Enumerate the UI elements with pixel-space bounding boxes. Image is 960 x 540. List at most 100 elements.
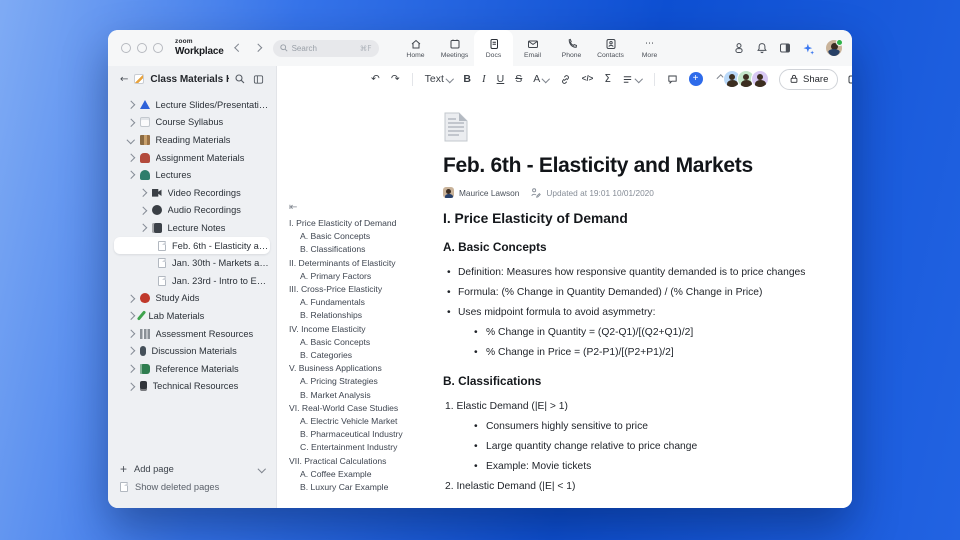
doc-title[interactable]: Feb. 6th - Elasticity and Markets	[443, 154, 824, 178]
outline-item[interactable]: A. Primary Factors	[289, 270, 437, 283]
sidebar-item[interactable]: Lecture Notes	[114, 219, 270, 237]
chevron-icon[interactable]	[126, 153, 135, 162]
doc-block[interactable]: Example: Movie tickets	[443, 460, 824, 473]
chevron-icon[interactable]	[138, 188, 147, 197]
outline-item[interactable]: B. Pharmaceutical Industry	[289, 428, 437, 441]
doc-block[interactable]: Uses midpoint formula to avoid asymmetry…	[443, 306, 824, 319]
outline-item[interactable]: A. Electric Vehicle Market	[289, 415, 437, 428]
text-color-dropdown[interactable]: A	[533, 74, 550, 85]
chevron-icon[interactable]	[126, 171, 135, 180]
chevron-icon[interactable]	[126, 100, 135, 109]
outline-item[interactable]: B. Relationships	[289, 309, 437, 322]
window-zoom-button[interactable]	[153, 43, 163, 53]
chevron-icon[interactable]	[126, 118, 135, 127]
tab-email[interactable]: Email	[513, 30, 552, 66]
sidebar-item[interactable]: Lecture Slides/Presentations	[114, 96, 270, 114]
outline-item[interactable]: B. Categories	[289, 349, 437, 362]
text-style-dropdown[interactable]: Text	[425, 74, 454, 85]
tab-contacts[interactable]: Contacts	[591, 30, 630, 66]
chevron-icon[interactable]	[126, 136, 135, 144]
sidebar-back-icon[interactable]: ←	[120, 74, 128, 85]
sidebar-item[interactable]: Lab Materials	[114, 307, 270, 325]
chevron-icon[interactable]	[126, 347, 135, 355]
sidebar-item[interactable]: Audio Recordings	[114, 202, 270, 220]
user-avatar[interactable]	[826, 39, 843, 56]
outline-item[interactable]: IV. Income Elasticity	[289, 323, 437, 336]
search-input[interactable]: Search ⌘F	[272, 39, 379, 57]
outline-item[interactable]: A. Basic Concepts	[289, 230, 437, 243]
outline-item[interactable]: B. Market Analysis	[289, 389, 437, 402]
tab-more[interactable]: ⋯ More	[630, 30, 669, 66]
doc-block[interactable]: A. Basic Concepts	[443, 241, 824, 254]
comment-icon[interactable]	[667, 74, 678, 85]
sidebar-item[interactable]: Reading Materials	[114, 131, 270, 149]
sidebar-item[interactable]: Jan. 23rd - Intro to Econo...	[114, 272, 270, 290]
sidebar-item[interactable]: Reference Materials	[114, 360, 270, 378]
share-button[interactable]: Share	[779, 68, 839, 90]
outline-item[interactable]: A. Pricing Strategies	[289, 375, 437, 388]
code-icon[interactable]: </>	[582, 75, 594, 83]
redo-button[interactable]: ↷	[391, 74, 400, 85]
outline-item[interactable]: I. Price Elasticity of Demand	[289, 217, 437, 230]
chevron-icon[interactable]	[126, 294, 135, 303]
outline-item[interactable]: B. Classifications	[289, 243, 437, 256]
outline-item[interactable]: III. Cross-Price Elasticity	[289, 283, 437, 296]
forward-icon[interactable]	[253, 44, 262, 52]
sidebar-item[interactable]: Discussion Materials	[114, 342, 270, 360]
window-close-button[interactable]	[121, 43, 131, 53]
italic-button[interactable]: I	[482, 73, 486, 85]
sidebar-search-icon[interactable]	[235, 74, 245, 84]
sidebar-item[interactable]: Assignment Materials	[114, 149, 270, 167]
add-page-chevron-icon[interactable]	[257, 465, 266, 473]
underline-button[interactable]: U	[497, 74, 505, 85]
doc-block[interactable]: % Change in Quantity = (Q2-Q1)/[(Q2+Q1)/…	[443, 326, 824, 339]
side-panel-icon[interactable]	[779, 42, 791, 54]
doc-block[interactable]: Definition: Measures how responsive quan…	[443, 266, 824, 279]
window-minimize-button[interactable]	[137, 43, 147, 53]
sidebar-item[interactable]: Assessment Resources	[114, 325, 270, 343]
chevron-icon[interactable]	[126, 312, 135, 320]
chevron-icon[interactable]	[126, 364, 135, 373]
outline-item[interactable]: A. Fundamentals	[289, 296, 437, 309]
doc-block[interactable]: Consumers highly sensitive to price	[443, 420, 824, 433]
strikethrough-button[interactable]: S	[515, 74, 522, 85]
doc-block[interactable]: I. Price Elasticity of Demand	[443, 212, 824, 226]
collaborator-avatars[interactable]	[723, 70, 769, 88]
add-page-button[interactable]: + Add page	[120, 460, 266, 478]
outline-item[interactable]: VII. Practical Calculations	[289, 455, 437, 468]
chevron-icon[interactable]	[126, 382, 135, 391]
outline-item[interactable]: A. Basic Concepts	[289, 336, 437, 349]
ai-companion-sparkle-icon[interactable]	[802, 42, 815, 55]
sidebar-item[interactable]: Technical Resources	[114, 378, 270, 396]
outline-item[interactable]: V. Business Applications	[289, 362, 437, 375]
outline-item[interactable]: C. Entertainment Industry	[289, 441, 437, 454]
outline-item[interactable]: VI. Real-World Case Studies	[289, 402, 437, 415]
profile-icon[interactable]	[733, 42, 745, 54]
chevron-icon[interactable]	[138, 206, 147, 215]
equation-icon[interactable]: Σ	[604, 74, 611, 85]
tab-home[interactable]: Home	[396, 30, 435, 66]
notifications-bell-icon[interactable]	[756, 42, 768, 54]
doc-block[interactable]: Formula: (% Change in Quantity Demanded)…	[443, 286, 824, 299]
outline-item[interactable]: II. Determinants of Elasticity	[289, 257, 437, 270]
alignment-dropdown[interactable]	[622, 74, 643, 85]
chevron-icon[interactable]	[126, 329, 135, 338]
sidebar-item[interactable]: Feb. 6th - Elasticity and M...	[114, 236, 270, 255]
doc-block[interactable]: B. Classifications	[443, 375, 824, 388]
bold-button[interactable]: B	[463, 74, 471, 85]
doc-body[interactable]: Feb. 6th - Elasticity and Markets Mauric…	[437, 92, 852, 508]
doc-blocks[interactable]: I. Price Elasticity of Demand A. Basic C…	[443, 212, 824, 493]
video-camera-icon[interactable]	[848, 74, 852, 85]
tab-meetings[interactable]: Meetings	[435, 30, 474, 66]
sidebar-item[interactable]: Jan. 30th - Markets and P...	[114, 254, 270, 272]
sidebar-item[interactable]: Course Syllabus	[114, 114, 270, 132]
sidebar-item[interactable]: Video Recordings	[114, 184, 270, 202]
doc-block[interactable]: Large quantity change relative to price …	[443, 440, 824, 453]
tab-phone[interactable]: Phone	[552, 30, 591, 66]
link-icon[interactable]	[560, 74, 571, 85]
outline-item[interactable]: A. Coffee Example	[289, 468, 437, 481]
undo-button[interactable]: ↶	[371, 74, 380, 85]
doc-block[interactable]: % Change in Price = (P2-P1)/[(P2+P1)/2]	[443, 346, 824, 359]
chevron-icon[interactable]	[138, 224, 147, 232]
collapse-outline-icon[interactable]: ⇤	[289, 202, 297, 213]
